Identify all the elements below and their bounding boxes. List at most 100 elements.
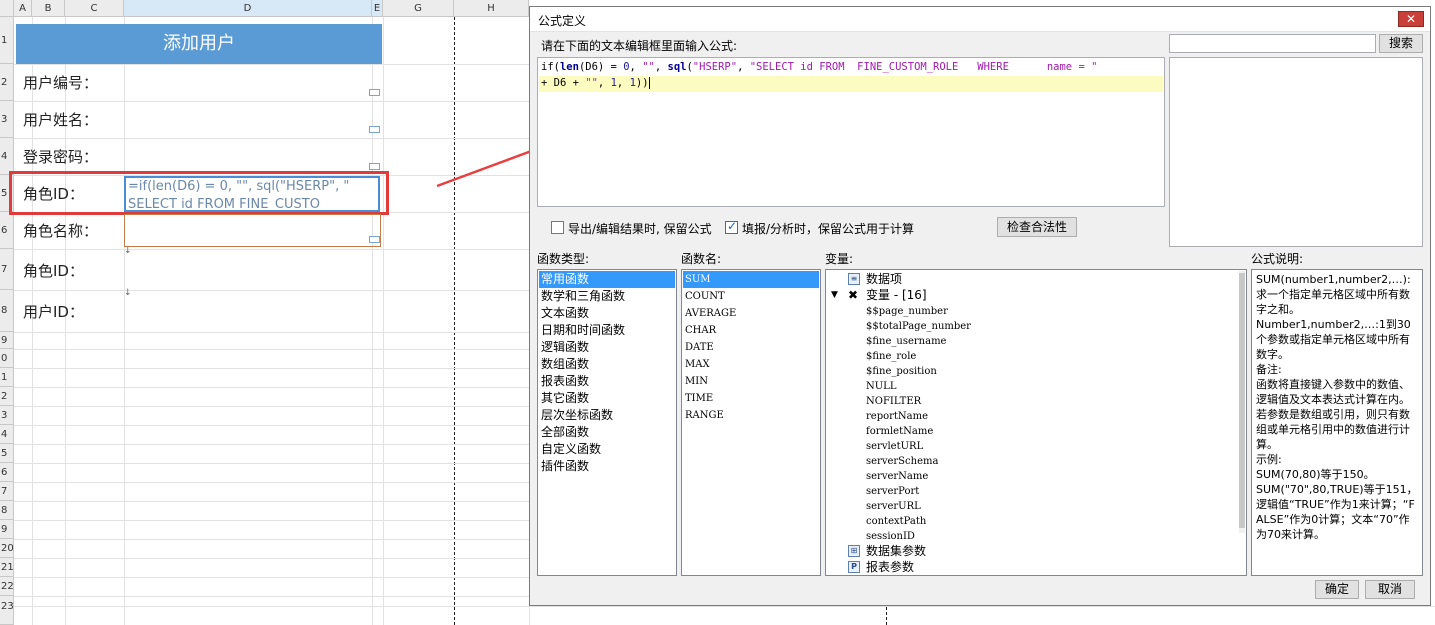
- ok-button[interactable]: 确定: [1315, 580, 1359, 599]
- tree-item-variable[interactable]: serverSchema: [866, 454, 938, 469]
- tree-item-variable[interactable]: $fine_position: [866, 364, 937, 379]
- tree-item-variable[interactable]: NULL: [866, 379, 896, 394]
- expand-toggle-icon[interactable]: ▼: [831, 288, 838, 303]
- row-header-7[interactable]: 7: [0, 249, 14, 290]
- tree-item-variable[interactable]: contextPath: [866, 514, 926, 529]
- function-name-item[interactable]: CHAR: [683, 322, 716, 339]
- tree-item-variable[interactable]: formletName: [866, 424, 933, 439]
- row-header-16[interactable]: 6: [0, 463, 14, 482]
- search-results-panel[interactable]: [1169, 57, 1423, 247]
- row-header-17[interactable]: 7: [0, 482, 14, 501]
- row-header-8[interactable]: 8: [0, 290, 14, 332]
- row-header-14[interactable]: 4: [0, 425, 14, 444]
- function-type-item[interactable]: 常用函数: [539, 271, 675, 288]
- tree-item-variable[interactable]: $fine_username: [866, 334, 946, 349]
- widget-handle-icon[interactable]: [369, 163, 380, 170]
- tree-item-data-item[interactable]: 数据项: [866, 272, 902, 287]
- label-user-number[interactable]: 用户编号：: [23, 72, 98, 93]
- row-header-1[interactable]: 1: [0, 17, 14, 64]
- keep-calc-checkbox[interactable]: [725, 219, 738, 234]
- row-header-10[interactable]: 0: [0, 349, 14, 368]
- function-type-item[interactable]: 其它函数: [539, 390, 589, 407]
- function-name-item[interactable]: SUM: [683, 271, 819, 288]
- row-header-6[interactable]: 6: [0, 212, 14, 249]
- tree-item-variable[interactable]: NOFILTER: [866, 394, 921, 409]
- function-name-item[interactable]: MAX: [683, 356, 710, 373]
- row-header-22[interactable]: 22: [0, 577, 14, 596]
- label-login-password[interactable]: 登录密码：: [23, 146, 98, 167]
- tree-item-variable-group[interactable]: 变量 - [16]: [866, 288, 927, 303]
- function-type-item[interactable]: 文本函数: [539, 305, 589, 322]
- function-type-item[interactable]: 全部函数: [539, 424, 589, 441]
- function-name-item[interactable]: RANGE: [683, 407, 724, 424]
- function-type-item[interactable]: 插件函数: [539, 458, 589, 475]
- function-name-item[interactable]: DATE: [683, 339, 714, 356]
- cell-d6[interactable]: [124, 214, 381, 247]
- row-header-2[interactable]: 2: [0, 64, 14, 101]
- label-role-name[interactable]: 角色名称：: [23, 220, 98, 241]
- function-name-item[interactable]: TIME: [683, 390, 713, 407]
- search-input[interactable]: [1169, 34, 1376, 53]
- function-type-list[interactable]: 常用函数 数学和三角函数 文本函数 日期和时间函数 逻辑函数 数组函数 报表函数…: [537, 269, 677, 576]
- tree-item-variable[interactable]: serverName: [866, 469, 928, 484]
- row-header-15[interactable]: 5: [0, 444, 14, 463]
- tree-item-dataset-params[interactable]: 数据集参数: [866, 544, 926, 559]
- function-type-item[interactable]: 报表函数: [539, 373, 589, 390]
- label-role-id-2[interactable]: 角色ID：: [23, 260, 84, 281]
- row-header-21[interactable]: 21: [0, 558, 14, 577]
- keep-formula-label[interactable]: 导出/编辑结果时, 保留公式: [568, 220, 712, 237]
- row-header-23[interactable]: 23: [0, 596, 14, 625]
- function-type-item[interactable]: 日期和时间函数: [539, 322, 625, 339]
- column-header-h[interactable]: H: [454, 0, 529, 17]
- column-header-d[interactable]: D: [124, 0, 372, 17]
- keep-formula-checkbox[interactable]: [551, 221, 564, 234]
- tree-item-variable[interactable]: servletURL: [866, 439, 923, 454]
- function-type-item[interactable]: 层次坐标函数: [539, 407, 613, 424]
- function-type-item[interactable]: 逻辑函数: [539, 339, 589, 356]
- tree-item-variable[interactable]: $fine_role: [866, 349, 916, 364]
- label-user-name[interactable]: 用户姓名：: [23, 109, 98, 130]
- function-name-item[interactable]: AVERAGE: [683, 305, 736, 322]
- formula-editor[interactable]: if(len(D6) = 0, "", sql("HSERP", "SELECT…: [537, 57, 1165, 207]
- column-header-g[interactable]: G: [383, 0, 454, 17]
- row-header-3[interactable]: 3: [0, 101, 14, 138]
- scrollbar-thumb[interactable]: [1239, 273, 1245, 528]
- column-header-b[interactable]: B: [32, 0, 65, 17]
- tree-item-variable[interactable]: serverURL: [866, 499, 921, 514]
- row-header-20[interactable]: 20: [0, 539, 14, 558]
- row-header-19[interactable]: 9: [0, 520, 14, 539]
- label-user-id[interactable]: 用户ID：: [23, 301, 84, 322]
- column-header-c[interactable]: C: [65, 0, 124, 17]
- function-type-item[interactable]: 数组函数: [539, 356, 589, 373]
- check-validity-button[interactable]: 检查合法性: [997, 217, 1077, 237]
- tree-item-variable[interactable]: $$page_number: [866, 304, 948, 319]
- row-header-11[interactable]: 1: [0, 368, 14, 387]
- column-header-e[interactable]: E: [372, 0, 383, 17]
- function-type-item[interactable]: 自定义函数: [539, 441, 601, 458]
- tree-item-report-params[interactable]: 报表参数: [866, 560, 914, 575]
- row-header-18[interactable]: 8: [0, 501, 14, 520]
- widget-handle-icon[interactable]: [369, 126, 380, 133]
- close-button[interactable]: ✕: [1398, 11, 1424, 27]
- row-header-13[interactable]: 3: [0, 406, 14, 425]
- column-header-a[interactable]: A: [14, 0, 32, 17]
- variables-scrollbar[interactable]: [1239, 271, 1245, 533]
- search-button[interactable]: 搜索: [1379, 34, 1423, 53]
- row-header-9[interactable]: 9: [0, 332, 14, 349]
- cancel-button[interactable]: 取消: [1365, 580, 1415, 599]
- row-header-4[interactable]: 4: [0, 138, 14, 175]
- tree-item-variable[interactable]: reportName: [866, 409, 928, 424]
- function-name-list[interactable]: SUM COUNT AVERAGE CHAR DATE MAX MIN TIME…: [681, 269, 821, 576]
- widget-handle-icon[interactable]: [369, 89, 380, 96]
- tree-item-variable[interactable]: serverPort: [866, 484, 919, 499]
- tree-item-variable[interactable]: sessionID: [866, 529, 915, 544]
- variables-tree[interactable]: ≡ 数据项 ▼ ✖ 变量 - [16] $$page_number $$tota…: [825, 269, 1247, 576]
- keep-calc-label[interactable]: 填报/分析时，保留公式用于计算: [742, 220, 914, 237]
- function-name-item[interactable]: COUNT: [683, 288, 725, 305]
- function-name-item[interactable]: MIN: [683, 373, 708, 390]
- tree-item-variable[interactable]: $$totalPage_number: [866, 319, 971, 334]
- sheet-title-cell[interactable]: 添加用户: [16, 24, 382, 64]
- function-type-item[interactable]: 数学和三角函数: [539, 288, 625, 305]
- dialog-titlebar[interactable]: 公式定义 ✕: [530, 7, 1430, 32]
- row-header-12[interactable]: 2: [0, 387, 14, 406]
